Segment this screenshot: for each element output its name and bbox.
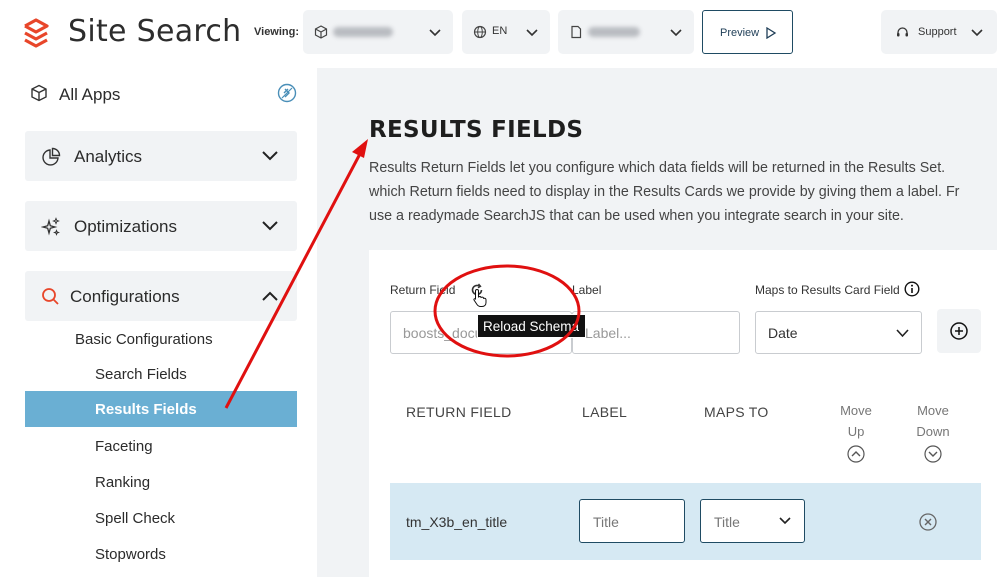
maps-to-field-label: Maps to Results Card Field — [755, 283, 900, 297]
sidebar: All Apps Analytics Optimizations Configu… — [0, 68, 317, 577]
sidebar-item-label: Optimizations — [74, 217, 177, 236]
language-selector[interactable]: EN — [462, 10, 550, 54]
row-maps-to-select[interactable]: Title — [700, 499, 805, 543]
plus-circle-icon — [950, 322, 968, 340]
document-icon — [571, 25, 582, 39]
return-field-label: Return Field — [390, 283, 456, 297]
top-header: Site Search Viewing: EN Preview Support — [0, 0, 997, 68]
sidebar-subitem-results-fields[interactable]: Results Fields — [25, 391, 297, 427]
collapse-sidebar-icon[interactable] — [277, 83, 297, 103]
preview-label: Preview — [720, 27, 760, 39]
stack-logo-icon — [24, 18, 49, 48]
description-line: which Return fields need to display in t… — [369, 184, 960, 200]
globe-icon — [473, 25, 487, 39]
header-text: Move — [840, 403, 872, 418]
basic-configurations-heading: Basic Configurations — [75, 331, 213, 348]
chevron-down-icon — [262, 151, 278, 161]
chevron-up-icon — [262, 291, 278, 301]
cube-icon — [314, 25, 328, 39]
row-maps-to-value: Title — [714, 514, 740, 530]
label-input[interactable]: Label... — [572, 311, 740, 354]
app-selector[interactable] — [303, 10, 453, 54]
label-input-placeholder: Label... — [585, 325, 631, 341]
all-apps-label: All Apps — [59, 85, 121, 104]
app-selector-value-redacted — [333, 27, 393, 37]
page-description: Results Return Fields let you configure … — [369, 156, 997, 228]
sparkles-icon — [41, 217, 60, 236]
add-field-button[interactable] — [937, 309, 981, 353]
remove-row-icon[interactable] — [919, 513, 937, 531]
pointer-cursor-icon — [473, 288, 487, 307]
language-value: EN — [492, 25, 508, 37]
reload-schema-tooltip: Reload Schema — [477, 314, 586, 338]
page-title: RESULTS FIELDS — [369, 117, 584, 143]
app-title: Site Search — [68, 14, 242, 49]
sidebar-subitem-stopwords[interactable]: Stopwords — [95, 546, 166, 563]
description-line: Results Return Fields let you configure … — [369, 160, 946, 176]
page-selector-value-redacted — [588, 27, 640, 37]
row-label-value: Title — [593, 514, 619, 530]
chevron-down-icon — [429, 29, 441, 37]
chevron-up-circle-icon — [847, 445, 865, 463]
main-content: RESULTS FIELDS Results Return Fields let… — [317, 68, 997, 577]
support-label: Support — [918, 26, 957, 38]
header-text: Up — [847, 424, 865, 439]
column-header-move-up: Move Up — [830, 400, 882, 442]
page-selector[interactable] — [558, 10, 694, 54]
results-fields-card: Return Field boosts_docu Label Label... … — [369, 250, 997, 577]
table-row: tm_X3b_en_title Title Title — [390, 483, 981, 560]
chevron-down-icon — [896, 329, 909, 338]
sidebar-item-configurations[interactable]: Configurations — [25, 271, 297, 321]
sidebar-subitem-spell-check[interactable]: Spell Check — [95, 510, 175, 527]
sidebar-subitem-faceting[interactable]: Faceting — [95, 438, 153, 455]
column-header-maps-to: MAPS TO — [704, 404, 769, 420]
sidebar-subitem-search-fields[interactable]: Search Fields — [95, 366, 187, 383]
play-icon — [766, 27, 777, 39]
sidebar-item-analytics[interactable]: Analytics — [25, 131, 297, 181]
label-field-label: Label — [572, 283, 602, 297]
maps-to-select[interactable]: Date — [755, 311, 922, 354]
header-text: Move — [917, 403, 949, 418]
viewing-label: Viewing: — [254, 26, 300, 38]
pie-chart-icon — [42, 147, 61, 166]
search-icon — [42, 288, 59, 305]
return-field-input-value: boosts_docu — [403, 325, 483, 341]
chevron-down-icon — [262, 221, 278, 231]
header-text: Down — [916, 424, 950, 439]
column-header-return-field: RETURN FIELD — [406, 404, 512, 420]
row-label-input[interactable]: Title — [579, 499, 685, 543]
sidebar-item-optimizations[interactable]: Optimizations — [25, 201, 297, 251]
maps-to-select-value: Date — [768, 325, 798, 341]
chevron-down-icon — [526, 29, 538, 37]
chevron-down-icon — [779, 517, 791, 525]
sidebar-item-label: Configurations — [70, 287, 180, 306]
info-icon[interactable] — [904, 281, 920, 297]
column-header-label: LABEL — [582, 404, 628, 420]
sidebar-subitem-ranking[interactable]: Ranking — [95, 474, 150, 491]
chevron-down-icon — [670, 29, 682, 37]
column-header-move-down: Move Down — [907, 400, 959, 442]
sidebar-item-label: Analytics — [74, 147, 143, 166]
row-return-field: tm_X3b_en_title — [406, 514, 508, 530]
cube-icon — [31, 84, 47, 102]
preview-button[interactable]: Preview — [702, 10, 793, 54]
headset-icon — [897, 27, 908, 37]
description-line: use a readymade SearchJS that can be use… — [369, 208, 904, 224]
chevron-down-icon — [971, 29, 983, 37]
support-button[interactable]: Support — [881, 10, 997, 54]
chevron-down-circle-icon — [924, 445, 942, 463]
